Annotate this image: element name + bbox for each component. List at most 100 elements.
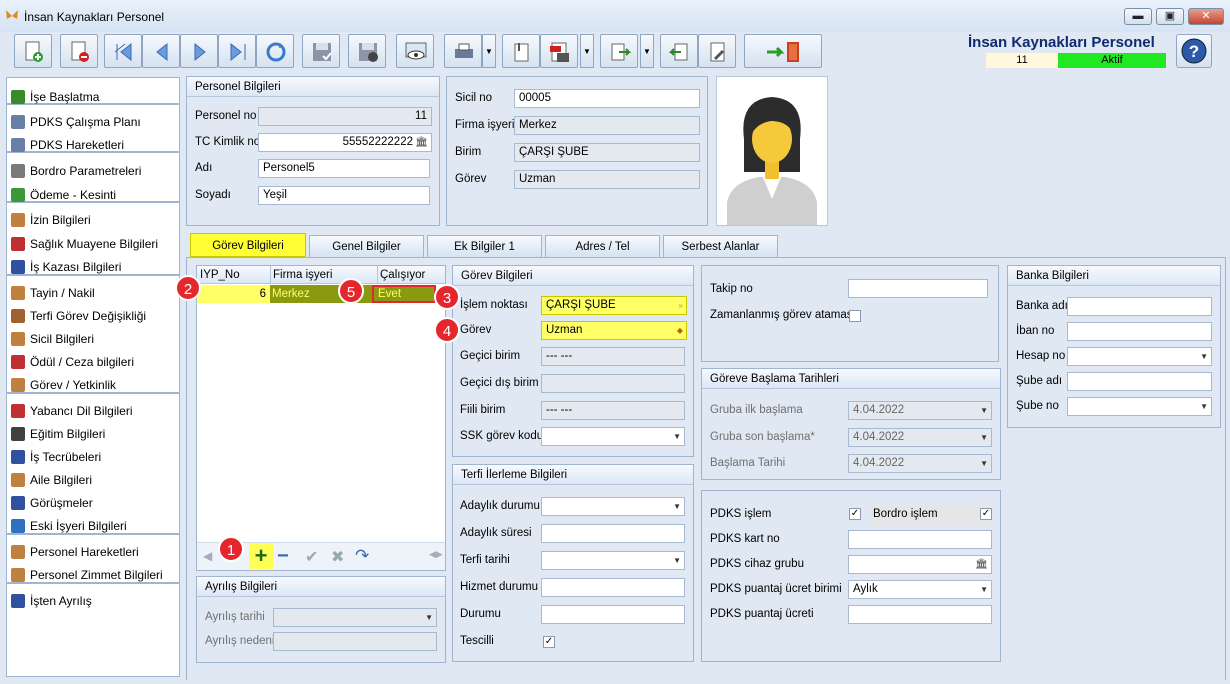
pdf-button[interactable] [540,34,578,68]
sidebar-item[interactable]: Ödül / Ceza bilgileri [11,351,177,373]
sidebar-item[interactable]: Personel Hareketleri [11,541,177,563]
settings-button[interactable] [698,34,736,68]
cell-calisiyor[interactable]: Evet [372,285,436,303]
sidebar-item[interactable]: Sicil Bilgileri [11,328,177,350]
tab-adres-tel[interactable]: Adres / Tel [545,235,660,257]
first-record-button[interactable] [104,34,142,68]
sidebar-item[interactable]: Görüşmeler [11,492,177,514]
help-button[interactable]: ? [1176,34,1212,68]
new-record-button[interactable] [14,34,52,68]
last-record-button[interactable] [218,34,256,68]
nav-prev-icon[interactable]: ◀ [203,549,212,563]
personel-no-field[interactable]: 11 [258,107,432,126]
sidebar-item[interactable]: Personel Zimmet Bilgileri [11,564,177,586]
sidebar-item[interactable]: İş Kazası Bilgileri [11,256,177,278]
exit-button[interactable] [744,34,822,68]
preview-button[interactable] [396,34,434,68]
pdks-ucret-field[interactable] [848,605,992,624]
sidebar-item[interactable]: PDKS Çalışma Planı [11,111,177,133]
maximize-button[interactable]: ▣ [1156,8,1184,25]
tescilli-checkbox[interactable]: ✓ [543,636,555,648]
attachment-button[interactable] [502,34,540,68]
next-record-button[interactable] [180,34,218,68]
sidebar-item[interactable]: Ödeme - Kesinti [11,184,177,206]
sidebar-item[interactable]: PDKS Hareketleri [11,134,177,156]
nav-scroll-icon[interactable]: ◀▶ [429,549,443,560]
pdks-cihaz-field[interactable]: 🏛 [848,555,992,574]
col-iyp-no[interactable]: IYP_No [200,266,240,284]
sidebar-item[interactable]: Aile Bilgileri [11,469,177,491]
cancel-edit-icon[interactable]: ✖ [331,547,344,567]
zaman-checkbox[interactable] [849,310,861,322]
cell-iyp-no[interactable]: 6 [197,285,270,303]
double-chevron-icon[interactable]: » [679,297,683,314]
accident-icon [11,260,25,274]
eraser-icon[interactable]: ◆ [677,322,683,339]
sidebar-item-label: İş Tecrübeleri [30,450,102,464]
sidebar-item[interactable]: Terfi Görev Değişikliği [11,305,177,327]
sidebar-item[interactable]: İş Tecrübeleri [11,446,177,468]
col-firma[interactable]: Firma işyeri [270,266,378,284]
tab-serbest-alanlar[interactable]: Serbest Alanlar [663,235,778,257]
ssk-field[interactable]: ▼ [541,427,685,446]
tab-genel-bilgiler[interactable]: Genel Bilgiler [309,235,424,257]
pdks-kart-field[interactable] [848,530,992,549]
sube-no-field[interactable]: ▼ [1067,397,1212,416]
table-row[interactable]: 6 Merkez Evet [197,285,445,303]
sidebar-item[interactable]: Eski İşyeri Bilgileri [11,515,177,537]
pdf-dropdown[interactable]: ▼ [580,34,594,68]
col-calisiyor[interactable]: Çalışıyor [377,266,445,284]
previous-record-button[interactable] [142,34,180,68]
sube-adi-field[interactable] [1067,372,1212,391]
sidebar-item[interactable]: İzin Bilgileri [11,209,177,231]
minimize-button[interactable]: ▬ [1124,8,1152,25]
sidebar-item[interactable]: Görev / Yetkinlik [11,374,177,396]
durumu-field[interactable] [541,605,685,624]
close-button[interactable]: ✕ [1188,8,1224,25]
iban-field[interactable] [1067,322,1212,341]
print-dropdown[interactable]: ▼ [482,34,496,68]
adaylik-suresi-field[interactable] [541,524,685,543]
sidebar-item[interactable]: Tayin / Nakil [11,282,177,304]
delete-record-button[interactable] [60,34,98,68]
redo-icon[interactable]: ↷ [355,546,369,566]
confirm-icon[interactable]: ✔ [305,547,318,567]
save-button[interactable] [302,34,340,68]
sidebar-item[interactable]: İşe Başlatma [11,86,177,108]
tab-ek-bilgiler[interactable]: Ek Bilgiler 1 [427,235,542,257]
print-button[interactable] [444,34,482,68]
pdks-islem-checkbox[interactable]: ✓ [849,508,861,520]
sidebar-item[interactable]: Yabancı Dil Bilgileri [11,400,177,422]
export-button[interactable] [600,34,638,68]
bordro-islem-checkbox[interactable]: ✓ [980,508,992,520]
adaylik-durumu-field[interactable]: ▼ [541,497,685,516]
tab-gorev-bilgileri[interactable]: Görev Bilgileri [190,233,306,257]
banka-adi-field[interactable] [1067,297,1212,316]
ad-field[interactable]: Personel5 [258,159,430,178]
islem-noktasi-field[interactable]: ÇARŞI ŞUBE » [541,296,687,315]
bank-building-icon[interactable]: 🏛 [975,556,988,573]
gorev-bilgi-field[interactable]: Uzman ◆ [541,321,687,340]
tc-field[interactable]: 55552222222 🏛 [258,133,432,152]
sicil-field[interactable]: 00005 [514,89,700,108]
sidebar-item[interactable]: Sağlık Muayene Bilgileri [11,233,177,255]
hesap-field[interactable]: ▼ [1067,347,1212,366]
bank-building-icon[interactable]: 🏛 [415,134,428,151]
refresh-button[interactable] [256,34,294,68]
add-row-icon[interactable]: + [249,543,273,569]
firma-label: Firma işyeri [455,119,515,131]
cancel-button[interactable] [348,34,386,68]
photo-frame[interactable] [716,76,828,226]
hizmet-durumu-field[interactable] [541,578,685,597]
takip-field[interactable] [848,279,988,298]
export-dropdown[interactable]: ▼ [640,34,654,68]
remove-row-icon[interactable]: − [277,545,289,568]
sidebar-item[interactable]: İşten Ayrılış [11,590,177,612]
import-button[interactable] [660,34,698,68]
sidebar-item[interactable]: Bordro Parametreleri [11,160,177,182]
pdks-ucret-birimi-field[interactable]: Aylık ▼ [848,580,992,599]
terfi-tarihi-field[interactable]: ▼ [541,551,685,570]
sidebar-item[interactable]: Eğitim Bilgileri [11,423,177,445]
soyad-field[interactable]: Yeşil [258,186,430,205]
person-leave-icon [11,213,25,227]
